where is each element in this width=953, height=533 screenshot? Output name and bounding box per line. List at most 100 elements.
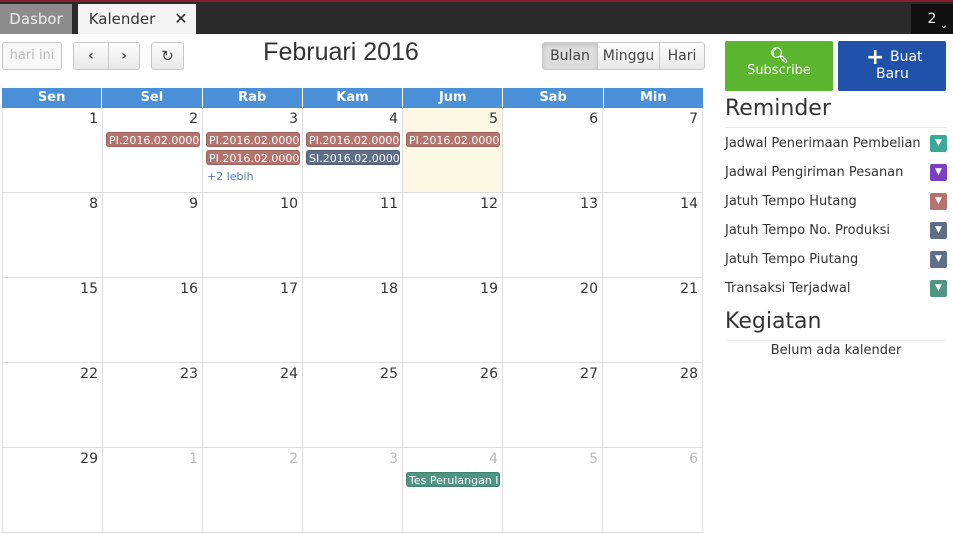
day-cell-other-month[interactable]: 3 bbox=[302, 448, 402, 532]
day-cell[interactable]: 13 bbox=[502, 193, 602, 277]
day-cell[interactable]: 11 bbox=[302, 193, 402, 277]
day-cell[interactable]: 16 bbox=[102, 278, 202, 362]
day-cell[interactable]: 10 bbox=[202, 193, 302, 277]
weekday-label: Kam bbox=[302, 88, 404, 108]
day-number: 5 bbox=[489, 111, 498, 127]
month-calendar: Sen Sel Rab Kam Jum Sab Min 1 2 PI.2016.… bbox=[2, 88, 703, 533]
chevron-down-icon[interactable]: ▼ bbox=[930, 135, 947, 152]
next-month-button[interactable]: › bbox=[108, 42, 140, 70]
kegiatan-empty-text: Belum ada kalender bbox=[770, 343, 902, 358]
day-cell[interactable]: 22 bbox=[2, 363, 102, 447]
day-cell[interactable]: 9 bbox=[102, 193, 202, 277]
calendar-event[interactable]: SI.2016.02.00003 bbox=[306, 150, 400, 165]
day-cell[interactable]: 24 bbox=[202, 363, 302, 447]
day-cell-other-month[interactable]: 6 bbox=[602, 448, 703, 532]
calendar-event[interactable]: PI.2016.02.00005 bbox=[406, 132, 500, 147]
reminder-item[interactable]: Jadwal Penerimaan Pembelian ▼ bbox=[725, 133, 949, 155]
day-number: 4 bbox=[389, 111, 398, 127]
day-number: 13 bbox=[580, 196, 598, 212]
more-events-link[interactable]: +2 lebih bbox=[207, 170, 254, 183]
day-number: 22 bbox=[80, 366, 98, 382]
day-cell[interactable]: 4 PI.2016.02.00004 SI.2016.02.00003 bbox=[302, 108, 402, 192]
day-number: 21 bbox=[680, 281, 698, 297]
view-day-button[interactable]: Hari bbox=[659, 42, 705, 70]
day-cell-other-month[interactable]: 1 bbox=[102, 448, 202, 532]
divider bbox=[725, 340, 947, 341]
day-cell[interactable]: 28 bbox=[602, 363, 703, 447]
chevron-down-icon[interactable]: ▼ bbox=[930, 280, 947, 297]
calendar-event[interactable]: PI.2016.02.00001 bbox=[106, 132, 200, 147]
day-cell[interactable]: 2 PI.2016.02.00001 bbox=[102, 108, 202, 192]
week-row: 22 23 24 25 26 27 28 bbox=[2, 363, 703, 448]
subscribe-button[interactable]: 🔍︎ Subscribe bbox=[725, 41, 833, 91]
create-new-button[interactable]: + Buat Baru bbox=[838, 41, 946, 91]
day-cell[interactable]: 8 bbox=[2, 193, 102, 277]
day-cell[interactable]: 25 bbox=[302, 363, 402, 447]
chevron-down-icon[interactable]: ▼ bbox=[930, 164, 947, 181]
week-row: 15 16 17 18 19 20 21 bbox=[2, 278, 703, 363]
day-number: 3 bbox=[289, 111, 298, 127]
day-number: 2 bbox=[289, 451, 298, 467]
chevron-down-icon[interactable]: ▼ bbox=[930, 222, 947, 239]
search-icon: 🔍︎ bbox=[769, 46, 789, 64]
weekday-label: Jum bbox=[403, 88, 504, 108]
day-cell[interactable]: 29 bbox=[2, 448, 102, 532]
calendar-event[interactable]: Tes Perulangan I bbox=[406, 472, 500, 487]
refresh-icon[interactable]: ↻ bbox=[151, 42, 184, 70]
tab-kalender[interactable]: Kalender bbox=[78, 4, 166, 34]
day-cell[interactable]: 14 bbox=[602, 193, 703, 277]
reminder-heading: Reminder bbox=[725, 96, 831, 121]
window-counter[interactable]: 2 ⌄ bbox=[911, 4, 953, 34]
prev-month-button[interactable]: ‹ bbox=[73, 42, 109, 70]
reminder-item[interactable]: Jatuh Tempo No. Produksi ▼ bbox=[725, 220, 949, 242]
day-cell[interactable]: 20 bbox=[502, 278, 602, 362]
day-cell-other-month[interactable]: 4 Tes Perulangan I bbox=[402, 448, 502, 532]
day-number: 16 bbox=[180, 281, 198, 297]
today-button[interactable]: hari ini bbox=[2, 42, 62, 70]
view-month-button[interactable]: Bulan bbox=[542, 42, 598, 70]
day-cell[interactable]: 21 bbox=[602, 278, 703, 362]
chevron-down-icon[interactable]: ▼ bbox=[930, 193, 947, 210]
day-cell-other-month[interactable]: 5 bbox=[502, 448, 602, 532]
day-number: 25 bbox=[380, 366, 398, 382]
day-cell[interactable]: 26 bbox=[402, 363, 502, 447]
calendar-event[interactable]: PI.2016.02.00003 bbox=[206, 150, 300, 165]
day-number: 10 bbox=[280, 196, 298, 212]
reminder-item[interactable]: Jatuh Tempo Hutang ▼ bbox=[725, 191, 949, 213]
chevron-down-icon: ⌄ bbox=[939, 20, 948, 31]
reminder-label: Jatuh Tempo Piutang bbox=[725, 252, 859, 267]
reminder-item[interactable]: Jadwal Pengiriman Pesanan ▼ bbox=[725, 162, 949, 184]
day-cell[interactable]: 19 bbox=[402, 278, 502, 362]
day-cell-other-month[interactable]: 2 bbox=[202, 448, 302, 532]
day-number: 1 bbox=[89, 111, 98, 127]
day-cell[interactable]: 6 bbox=[502, 108, 602, 192]
day-number: 14 bbox=[680, 196, 698, 212]
chevron-down-icon[interactable]: ▼ bbox=[930, 251, 947, 268]
day-cell[interactable]: 18 bbox=[302, 278, 402, 362]
day-cell[interactable]: 12 bbox=[402, 193, 502, 277]
day-cell[interactable]: 15 bbox=[2, 278, 102, 362]
tab-dasbor[interactable]: Dasbor bbox=[0, 4, 72, 34]
day-number: 27 bbox=[580, 366, 598, 382]
day-cell[interactable]: 23 bbox=[102, 363, 202, 447]
day-cell[interactable]: 3 PI.2016.02.00002 PI.2016.02.00003 +2 l… bbox=[202, 108, 302, 192]
day-number: 1 bbox=[189, 451, 198, 467]
day-number: 20 bbox=[580, 281, 598, 297]
day-cell[interactable]: 27 bbox=[502, 363, 602, 447]
calendar-event[interactable]: PI.2016.02.00004 bbox=[306, 132, 400, 147]
day-number: 6 bbox=[689, 451, 698, 467]
day-cell[interactable]: 7 bbox=[602, 108, 703, 192]
reminder-item[interactable]: Jatuh Tempo Piutang ▼ bbox=[725, 249, 949, 271]
divider bbox=[725, 127, 947, 128]
view-week-button[interactable]: Minggu bbox=[597, 42, 660, 70]
week-row: 29 1 2 3 4 Tes Perulangan I 5 6 bbox=[2, 448, 703, 533]
day-cell[interactable]: 17 bbox=[202, 278, 302, 362]
day-cell[interactable]: 1 bbox=[2, 108, 102, 192]
reminder-item[interactable]: Transaksi Terjadwal ▼ bbox=[725, 278, 949, 300]
subscribe-label: Subscribe bbox=[747, 63, 811, 78]
day-number: 5 bbox=[589, 451, 598, 467]
calendar-event[interactable]: PI.2016.02.00002 bbox=[206, 132, 300, 147]
day-cell-today[interactable]: 5 PI.2016.02.00005 bbox=[402, 108, 502, 192]
create-new-label-line1: Buat bbox=[890, 49, 923, 65]
close-tab-icon[interactable]: ✕ bbox=[166, 4, 196, 34]
